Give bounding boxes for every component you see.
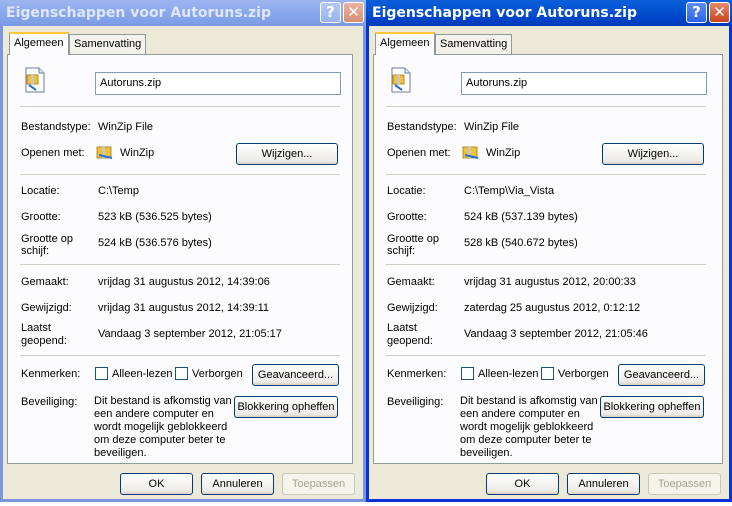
apply-button[interactable]: Toepassen <box>648 473 721 495</box>
separator <box>386 264 706 265</box>
created-label: Gemaakt: <box>387 276 435 288</box>
security-label: Beveiliging: <box>387 396 444 408</box>
window-title: Eigenschappen voor Autoruns.zip <box>372 5 637 21</box>
created-label: Gemaakt: <box>21 276 69 288</box>
title-bar[interactable]: Eigenschappen voor Autoruns.zip ? ✕ <box>0 0 366 26</box>
cancel-button[interactable]: Annuleren <box>201 473 274 495</box>
hidden-label[interactable]: Verborgen <box>558 368 609 380</box>
apply-button[interactable]: Toepassen <box>282 473 355 495</box>
close-icon[interactable]: ✕ <box>709 2 730 23</box>
ok-button[interactable]: OK <box>120 473 193 495</box>
accessed-label-2: geopend: <box>387 335 433 347</box>
modified-label: Gewijzigd: <box>21 302 72 314</box>
type-value: WinZip File <box>464 121 520 133</box>
created-value: vrijdag 31 augustus 2012, 20:00:33 <box>464 276 636 288</box>
hidden-checkbox[interactable] <box>175 367 188 380</box>
size-on-disk-value: 524 kB (536.576 bytes) <box>98 237 212 249</box>
type-label: Bestandstype: <box>387 121 457 133</box>
help-icon[interactable]: ? <box>320 2 341 23</box>
location-value: C:\Temp <box>98 185 139 197</box>
separator <box>20 106 340 107</box>
zip-file-icon <box>391 67 411 93</box>
size-label: Grootte: <box>21 211 61 223</box>
size-value: 523 kB (536.525 bytes) <box>98 211 212 223</box>
size-value: 524 kB (537.139 bytes) <box>464 211 578 223</box>
separator <box>386 174 706 175</box>
separator <box>20 264 340 265</box>
modified-value: zaterdag 25 augustus 2012, 0:12:12 <box>464 302 641 314</box>
accessed-value: Vandaag 3 september 2012, 21:05:17 <box>98 328 282 340</box>
modified-label: Gewijzigd: <box>387 302 438 314</box>
unblock-button[interactable]: Blokkering opheffen <box>600 396 704 418</box>
security-text: Dit bestand is afkomstig van een andere … <box>94 395 232 459</box>
ok-button[interactable]: OK <box>486 473 559 495</box>
accessed-label: Laatst <box>21 322 51 334</box>
location-label: Locatie: <box>21 185 60 197</box>
separator <box>20 355 340 356</box>
modified-value: vrijdag 31 augustus 2012, 14:39:11 <box>98 302 270 314</box>
attributes-label: Kenmerken: <box>21 368 81 380</box>
size-on-disk-label-2: schijf: <box>387 245 416 257</box>
change-button[interactable]: Wijzigen... <box>236 143 338 165</box>
open-with-label: Openen met: <box>387 147 451 159</box>
attributes-label: Kenmerken: <box>387 368 447 380</box>
cancel-button[interactable]: Annuleren <box>567 473 640 495</box>
help-icon[interactable]: ? <box>686 2 707 23</box>
type-value: WinZip File <box>98 121 154 133</box>
change-button[interactable]: Wijzigen... <box>602 143 704 165</box>
created-value: vrijdag 31 augustus 2012, 14:39:06 <box>98 276 270 288</box>
hidden-label[interactable]: Verborgen <box>192 368 243 380</box>
tab-algemeen[interactable]: Algemeen <box>375 32 435 55</box>
readonly-checkbox[interactable] <box>95 367 108 380</box>
close-icon[interactable]: ✕ <box>343 2 364 23</box>
size-on-disk-label: Grootte op <box>387 233 439 245</box>
accessed-label-2: geopend: <box>21 335 67 347</box>
tab-samenvatting[interactable]: Samenvatting <box>435 34 513 54</box>
security-text: Dit bestand is afkomstig van een andere … <box>460 395 598 459</box>
size-on-disk-value: 528 kB (540.672 bytes) <box>464 237 578 249</box>
open-with-label: Openen met: <box>21 147 85 159</box>
zip-file-icon <box>25 67 45 93</box>
properties-dialog-right: Eigenschappen voor Autoruns.zip ? ✕ Alge… <box>366 0 732 506</box>
size-on-disk-label-2: schijf: <box>21 245 50 257</box>
filename-field[interactable]: Autoruns.zip <box>461 72 707 95</box>
readonly-checkbox[interactable] <box>461 367 474 380</box>
type-label: Bestandstype: <box>21 121 91 133</box>
open-with-value: WinZip <box>486 147 521 159</box>
accessed-value: Vandaag 3 september 2012, 21:05:46 <box>464 328 648 340</box>
security-label: Beveiliging: <box>21 396 78 408</box>
hidden-checkbox[interactable] <box>541 367 554 380</box>
tab-samenvatting[interactable]: Samenvatting <box>69 34 147 54</box>
accessed-label: Laatst <box>387 322 417 334</box>
location-label: Locatie: <box>387 185 426 197</box>
size-label: Grootte: <box>387 211 427 223</box>
open-with-value: WinZip <box>120 147 155 159</box>
separator <box>20 174 340 175</box>
properties-dialog-left: Eigenschappen voor Autoruns.zip ? ✕ Alge… <box>0 0 366 506</box>
size-on-disk-label: Grootte op <box>21 233 73 245</box>
advanced-button[interactable]: Geavanceerd... <box>618 364 705 386</box>
title-bar[interactable]: Eigenschappen voor Autoruns.zip ? ✕ <box>366 0 732 26</box>
window-title: Eigenschappen voor Autoruns.zip <box>6 5 271 21</box>
tab-algemeen[interactable]: Algemeen <box>9 32 69 55</box>
readonly-label[interactable]: Alleen-lezen <box>112 368 173 380</box>
winzip-icon <box>462 146 479 159</box>
advanced-button[interactable]: Geavanceerd... <box>252 364 339 386</box>
readonly-label[interactable]: Alleen-lezen <box>478 368 539 380</box>
separator <box>386 106 706 107</box>
winzip-icon <box>96 146 113 159</box>
separator <box>386 355 706 356</box>
filename-field[interactable]: Autoruns.zip <box>95 72 341 95</box>
location-value: C:\Temp\Via_Vista <box>464 185 555 197</box>
unblock-button[interactable]: Blokkering opheffen <box>234 396 338 418</box>
